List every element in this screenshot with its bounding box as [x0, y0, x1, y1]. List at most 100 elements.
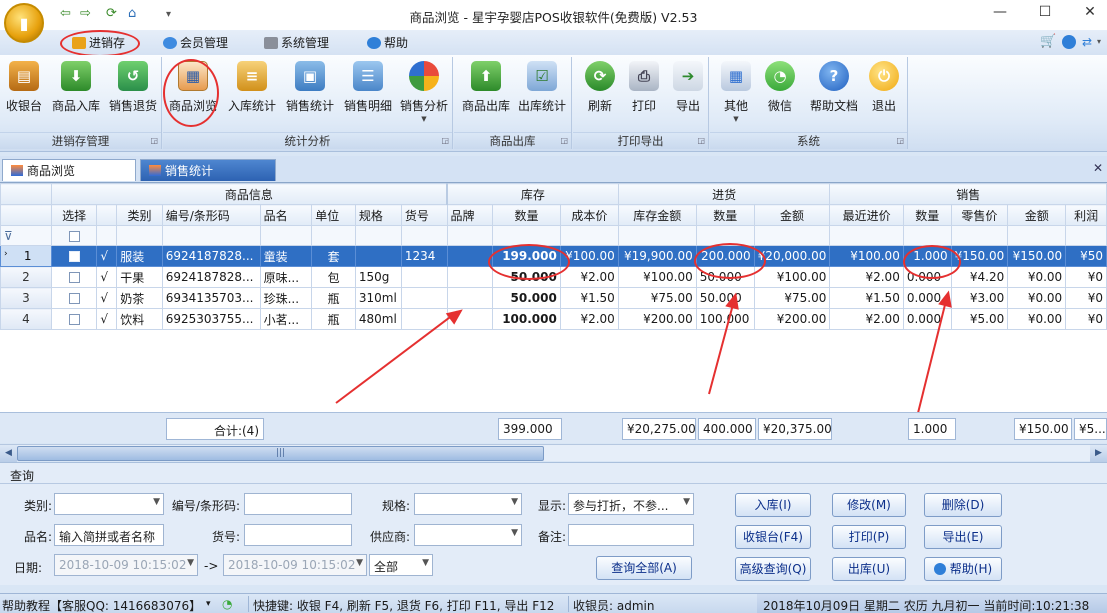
- advanced-query-button[interactable]: 高级查询(Q): [735, 557, 811, 581]
- display-select[interactable]: 参与打折，不参... ▼: [568, 493, 694, 515]
- col-header[interactable]: 类别: [116, 204, 163, 226]
- app-logo-icon[interactable]: ▮: [4, 3, 44, 43]
- col-header[interactable]: 利润: [1065, 204, 1107, 226]
- stock-out-stats-button[interactable]: ☑ 出库统计: [514, 61, 570, 125]
- cart-icon[interactable]: 🛒: [1040, 34, 1056, 49]
- delete-button[interactable]: 删除(D): [924, 493, 1002, 517]
- row-checkbox[interactable]: [50, 266, 98, 288]
- col-header[interactable]: 规格: [354, 204, 402, 226]
- help-doc-button[interactable]: ? 帮助文档: [804, 61, 864, 125]
- modify-button[interactable]: 修改(M): [832, 493, 906, 517]
- col-header[interactable]: 单位: [311, 204, 356, 226]
- close-icon[interactable]: ✕: [1075, 4, 1105, 26]
- col-header[interactable]: 数量: [695, 204, 755, 226]
- dialog-launcher-icon[interactable]: ◲: [697, 136, 705, 145]
- col-header[interactable]: 零售价: [950, 204, 1009, 226]
- row-checkbox[interactable]: [50, 245, 98, 267]
- row-checkbox[interactable]: [50, 308, 98, 330]
- status-divider: [568, 596, 569, 612]
- minimize-icon[interactable]: —: [985, 4, 1015, 26]
- col-header[interactable]: 最近进价: [829, 204, 904, 226]
- dialog-launcher-icon[interactable]: ◲: [560, 136, 568, 145]
- info-icon[interactable]: [1062, 35, 1076, 49]
- pos-action-button[interactable]: 收银台(F4): [735, 525, 811, 549]
- refresh-button[interactable]: ⟳ 刷新: [579, 61, 621, 125]
- print-button[interactable]: ⎙ 打印: [623, 61, 665, 125]
- menu-item-members[interactable]: 会员管理: [163, 34, 228, 51]
- wechat-status-icon[interactable]: ◔: [222, 597, 232, 611]
- sales-stats-button[interactable]: ▣ 销售统计: [281, 61, 339, 125]
- sale-amount-cell: ¥0.00: [1007, 287, 1067, 309]
- summary-stock-amount: ¥20,275.00: [622, 418, 696, 440]
- query-all-button[interactable]: 查询全部(A): [596, 556, 692, 580]
- exit-button[interactable]: ⏻ 退出: [864, 61, 904, 125]
- menu-item-help[interactable]: 帮助: [367, 34, 408, 51]
- code-input[interactable]: [244, 493, 352, 515]
- stock-in-stats-button[interactable]: ≡ 入库统计: [223, 61, 281, 125]
- date-to-picker[interactable]: 2018-10-09 10:15:02 ▼: [223, 554, 367, 576]
- dialog-launcher-icon[interactable]: ◲: [896, 136, 904, 145]
- supplier-select[interactable]: ▼: [414, 524, 522, 546]
- col-header[interactable]: 金额: [753, 204, 831, 226]
- stock-in-action-button[interactable]: 入库(I): [735, 493, 811, 517]
- export-button[interactable]: ➔ 导出: [667, 61, 709, 125]
- col-header[interactable]: 成本价: [559, 204, 619, 226]
- menu-item-system[interactable]: 系统管理: [264, 34, 329, 51]
- col-header[interactable]: 金额: [1007, 204, 1067, 226]
- stock-in-button[interactable]: ⬇ 商品入库: [48, 61, 104, 125]
- spec-select[interactable]: ▼: [414, 493, 522, 515]
- stock-out-action-button[interactable]: 出库(U): [832, 557, 906, 581]
- summary-sale-qty: 1.000: [908, 418, 956, 440]
- summary-purchase-qty: 400.000: [698, 418, 756, 440]
- help-menu-icon: [367, 36, 381, 49]
- dialog-launcher-icon[interactable]: ◲: [441, 136, 449, 145]
- col-header[interactable]: 品牌: [446, 204, 494, 226]
- tab-close-icon[interactable]: ✕: [1093, 161, 1103, 175]
- help-dropdown-icon[interactable]: ▾: [206, 599, 211, 609]
- other-button[interactable]: ▦ 其他 ▼: [716, 61, 756, 125]
- col-header[interactable]: 数量: [492, 204, 561, 226]
- stock-out-button[interactable]: ⬆ 商品出库: [458, 61, 514, 125]
- category-select[interactable]: ▼: [54, 493, 164, 515]
- menu-overflow-icon[interactable]: ▾: [1097, 37, 1101, 46]
- ribbon-group-caption: 进销存管理 ◲: [0, 132, 161, 149]
- sales-analysis-button[interactable]: 销售分析 ▼: [395, 61, 453, 125]
- tab-sales-stats[interactable]: 销售统计: [140, 159, 276, 181]
- maximize-icon[interactable]: ☐: [1030, 4, 1060, 26]
- col-header[interactable]: 数量: [902, 204, 952, 226]
- name-cell: 童装: [259, 245, 313, 267]
- remark-input[interactable]: [568, 524, 694, 546]
- help-tutorial-link[interactable]: 帮助教程【客服QQ: 1416683076】: [2, 597, 201, 613]
- help-action-button[interactable]: 帮助(H): [924, 557, 1002, 581]
- name-input[interactable]: 输入简拼或者名称: [54, 524, 164, 546]
- chevron-down-icon: ▼: [356, 558, 363, 568]
- col-header[interactable]: 库存金额: [617, 204, 697, 226]
- unit-cell: 包: [311, 266, 356, 288]
- select-all-checkbox[interactable]: [50, 225, 98, 246]
- dialog-launcher-icon[interactable]: ◲: [150, 136, 158, 145]
- sku-input[interactable]: [244, 524, 352, 546]
- col-header[interactable]: 货号: [400, 204, 448, 226]
- date-from-picker[interactable]: 2018-10-09 10:15:02 ▼: [54, 554, 198, 576]
- col-header[interactable]: 编号/条形码: [161, 204, 261, 226]
- date-range-select[interactable]: 全部 ▼: [369, 554, 433, 576]
- row-checkbox[interactable]: [50, 287, 98, 309]
- scroll-right-icon[interactable]: ▶: [1090, 445, 1107, 462]
- col-header[interactable]: 品名: [259, 204, 313, 226]
- chevron-down-icon: ▼: [187, 558, 194, 568]
- sales-detail-button[interactable]: ☰ 销售明细: [339, 61, 397, 125]
- tab-product-browse[interactable]: 商品浏览: [2, 159, 136, 181]
- scroll-left-icon[interactable]: ◀: [0, 445, 17, 462]
- scrollbar-thumb[interactable]: |||: [17, 446, 544, 461]
- export-action-button[interactable]: 导出(E): [924, 525, 1002, 549]
- horizontal-scrollbar[interactable]: ◀ ||| ▶: [0, 444, 1107, 462]
- wechat-button[interactable]: ◔ 微信: [760, 61, 800, 125]
- sales-return-button[interactable]: ↺ 销售退货: [106, 61, 160, 125]
- col-header[interactable]: 选择: [50, 204, 98, 226]
- col-header[interactable]: [96, 204, 118, 226]
- pos-button[interactable]: ▤ 收银台: [4, 61, 44, 125]
- swap-icon[interactable]: ⇄: [1082, 35, 1092, 49]
- print-action-button[interactable]: 打印(P): [832, 525, 906, 549]
- annotation-oval-stock-qty: [488, 244, 570, 280]
- filter-icon[interactable]: ⊽: [0, 225, 52, 246]
